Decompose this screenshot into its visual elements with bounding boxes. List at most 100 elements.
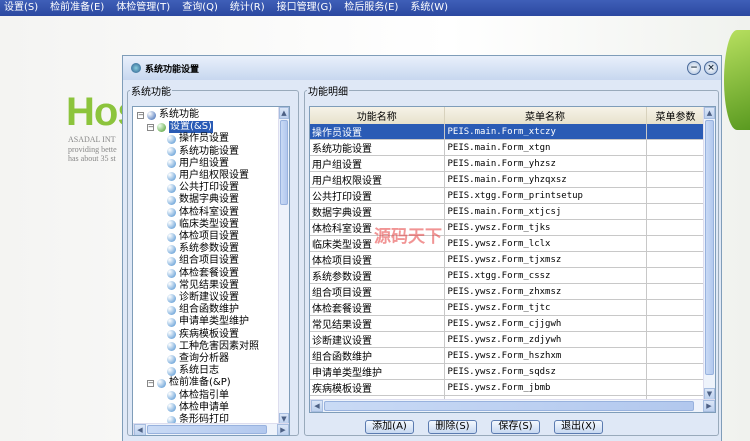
node-icon: [167, 147, 176, 157]
scroll-up-icon[interactable]: ▲: [704, 107, 715, 119]
function-tree-group: 系统功能 − 系统功能 − 设置(&S) 操作员设置 系统功能设置 用户组设置 用户组权限设置…: [127, 83, 299, 436]
table-cell: PEIS.ywsz.Form_tjxmsz: [444, 251, 647, 268]
save-button[interactable]: 保存(S): [491, 420, 540, 434]
scroll-right-icon[interactable]: ▶: [703, 400, 715, 412]
table-row[interactable]: 诊断建议设置 PEIS.ywsz.Form_zdjywh: [310, 331, 706, 348]
function-tree[interactable]: − 系统功能 − 设置(&S) 操作员设置 系统功能设置 用户组设置 用户组权限设置 公共打印设…: [132, 106, 290, 436]
scroll-thumb[interactable]: [324, 401, 694, 411]
column-header[interactable]: 菜单名称: [444, 107, 647, 124]
tree-node-label: 组合函数维护: [179, 304, 239, 316]
tree-node[interactable]: 申请单类型维护: [167, 316, 249, 328]
table-row[interactable]: 组合函数维护 PEIS.ywsz.Form_hszhxm: [310, 347, 706, 364]
table-cell: 组合项目设置: [310, 283, 445, 300]
tree-node[interactable]: 体检套餐设置: [167, 268, 239, 280]
scroll-thumb[interactable]: [280, 120, 288, 205]
tree-node[interactable]: 查询分析器: [167, 353, 229, 365]
add-button[interactable]: 添加(A): [365, 420, 414, 434]
table-cell: [646, 363, 706, 380]
table-cell: PEIS.main.Form_yhzqxsz: [444, 171, 647, 188]
tree-node[interactable]: 用户组设置: [167, 158, 229, 170]
tree-node[interactable]: 常见结果设置: [167, 280, 239, 292]
table-row[interactable]: 体检套餐设置 PEIS.ywsz.Form_tjtc: [310, 299, 706, 316]
node-icon: [167, 403, 176, 413]
table-row[interactable]: 系统功能设置 PEIS.main.Form_xtgn: [310, 139, 706, 156]
tree-vertical-scrollbar[interactable]: ▲ ▼: [278, 107, 289, 425]
title-bar[interactable]: 系统功能设置 − ×: [123, 56, 721, 80]
tree-node-label: 体检项目设置: [179, 231, 239, 242]
menu-item[interactable]: 统计(R): [226, 0, 273, 16]
table-row[interactable]: 体检项目设置 PEIS.ywsz.Form_tjxmsz: [310, 251, 706, 268]
close-button[interactable]: ×: [704, 61, 718, 75]
table-cell: [646, 299, 706, 316]
grid-vertical-scrollbar[interactable]: ▲ ▼: [703, 107, 715, 400]
table-row[interactable]: 疾病模板设置 PEIS.ywsz.Form_jbmb: [310, 379, 706, 396]
table-row[interactable]: 常见结果设置 PEIS.ywsz.Form_cjjgwh: [310, 315, 706, 332]
menu-bar: 设置(S) 检前准备(E) 体检管理(T) 查询(Q) 统计(R) 接口管理(G) 检后服务…: [0, 0, 750, 16]
tree-node[interactable]: 系统功能设置: [167, 146, 239, 158]
node-icon: [167, 317, 176, 327]
tree-node[interactable]: 组合项目设置: [167, 255, 239, 267]
tree-node[interactable]: 临床类型设置: [167, 219, 239, 231]
scroll-thumb[interactable]: [705, 120, 714, 375]
tree-node[interactable]: 体检科室设置: [167, 207, 239, 219]
node-icon: [167, 232, 176, 242]
table-row[interactable]: 操作员设置 PEIS.main.Form_xtczy: [310, 124, 706, 140]
tree-node[interactable]: 体检项目设置: [167, 231, 239, 243]
table-row[interactable]: 组合项目设置 PEIS.ywsz.Form_zhxmsz: [310, 283, 706, 300]
table-row[interactable]: 数据字典设置 PEIS.main.Form_xtjcsj: [310, 203, 706, 220]
table-row[interactable]: 系统参数设置 PEIS.xtgg.Form_cssz: [310, 267, 706, 284]
scroll-up-icon[interactable]: ▲: [279, 107, 289, 119]
table-cell: [646, 267, 706, 284]
tree-node[interactable]: − 系统功能: [137, 109, 199, 121]
table-row[interactable]: 临床类型设置 PEIS.ywsz.Form_lclx: [310, 235, 706, 252]
exit-button[interactable]: 退出(X): [554, 420, 603, 434]
collapse-icon[interactable]: −: [147, 123, 154, 131]
node-icon: [167, 134, 176, 144]
column-header[interactable]: 功能名称: [310, 107, 445, 124]
menu-item[interactable]: 检前准备(E): [46, 0, 112, 16]
tree-node[interactable]: 用户组权限设置: [167, 170, 249, 182]
tree-node[interactable]: 操作员设置: [167, 133, 229, 145]
function-detail-grid[interactable]: 功能名称 菜单名称 菜单参数 操作员设置 PEIS.main.Form_xtczy 系统…: [309, 106, 716, 413]
node-icon: [167, 171, 176, 181]
table-row[interactable]: 用户组设置 PEIS.main.Form_yhzsz: [310, 155, 706, 172]
tree-node[interactable]: 数据字典设置: [167, 194, 239, 206]
table-row[interactable]: 用户组权限设置 PEIS.main.Form_yhzqxsz: [310, 171, 706, 188]
column-header[interactable]: 菜单参数: [646, 107, 706, 124]
menu-item[interactable]: 检后服务(E): [340, 0, 406, 16]
collapse-icon[interactable]: −: [137, 111, 144, 119]
tree-node-label: 体检指引单: [179, 389, 229, 401]
menu-item[interactable]: 体检管理(T): [112, 0, 178, 16]
grid-horizontal-scrollbar[interactable]: ◀ ▶: [310, 399, 715, 412]
tree-node[interactable]: 工种危害因素对照: [167, 341, 259, 353]
tree-node[interactable]: 疾病模板设置: [167, 329, 239, 341]
minimize-button[interactable]: −: [687, 61, 701, 75]
tree-node[interactable]: 体检申请单: [167, 402, 229, 414]
delete-button[interactable]: 删除(S): [428, 420, 477, 434]
table-row[interactable]: 体检科室设置 PEIS.ywsz.Form_tjks: [310, 219, 706, 236]
scroll-right-icon[interactable]: ▶: [277, 424, 289, 435]
tree-node[interactable]: − 检前准备(&P): [147, 377, 231, 389]
node-icon: [167, 244, 176, 254]
menu-item[interactable]: 查询(Q): [178, 0, 226, 16]
tree-node[interactable]: 系统日志: [167, 365, 219, 377]
tree-node[interactable]: 公共打印设置: [167, 182, 239, 194]
table-row[interactable]: 公共打印设置 PEIS.xtgg.Form_printsetup: [310, 187, 706, 204]
scroll-thumb[interactable]: [147, 425, 267, 434]
tree-node[interactable]: 系统参数设置: [167, 243, 239, 255]
table-cell: PEIS.main.Form_xtgn: [444, 139, 647, 156]
table-row[interactable]: 申请单类型维护 PEIS.ywsz.Form_sqdsz: [310, 363, 706, 380]
tree-node[interactable]: 体检指引单: [167, 390, 229, 402]
menu-item[interactable]: 设置(S): [0, 0, 46, 16]
tree-node[interactable]: − 设置(&S): [147, 121, 213, 134]
tree-node[interactable]: 组合函数维护: [167, 304, 239, 316]
table-cell: PEIS.main.Form_xtjcsj: [444, 203, 647, 220]
tree-horizontal-scrollbar[interactable]: ◀ ▶: [133, 423, 289, 435]
collapse-icon[interactable]: −: [147, 379, 154, 387]
node-icon: [167, 330, 176, 340]
tree-node[interactable]: 诊断建议设置: [167, 292, 239, 304]
menu-item[interactable]: 接口管理(G): [273, 0, 341, 16]
scroll-left-icon[interactable]: ◀: [311, 400, 323, 412]
scroll-left-icon[interactable]: ◀: [134, 424, 146, 435]
menu-item[interactable]: 系统(W): [406, 0, 456, 16]
